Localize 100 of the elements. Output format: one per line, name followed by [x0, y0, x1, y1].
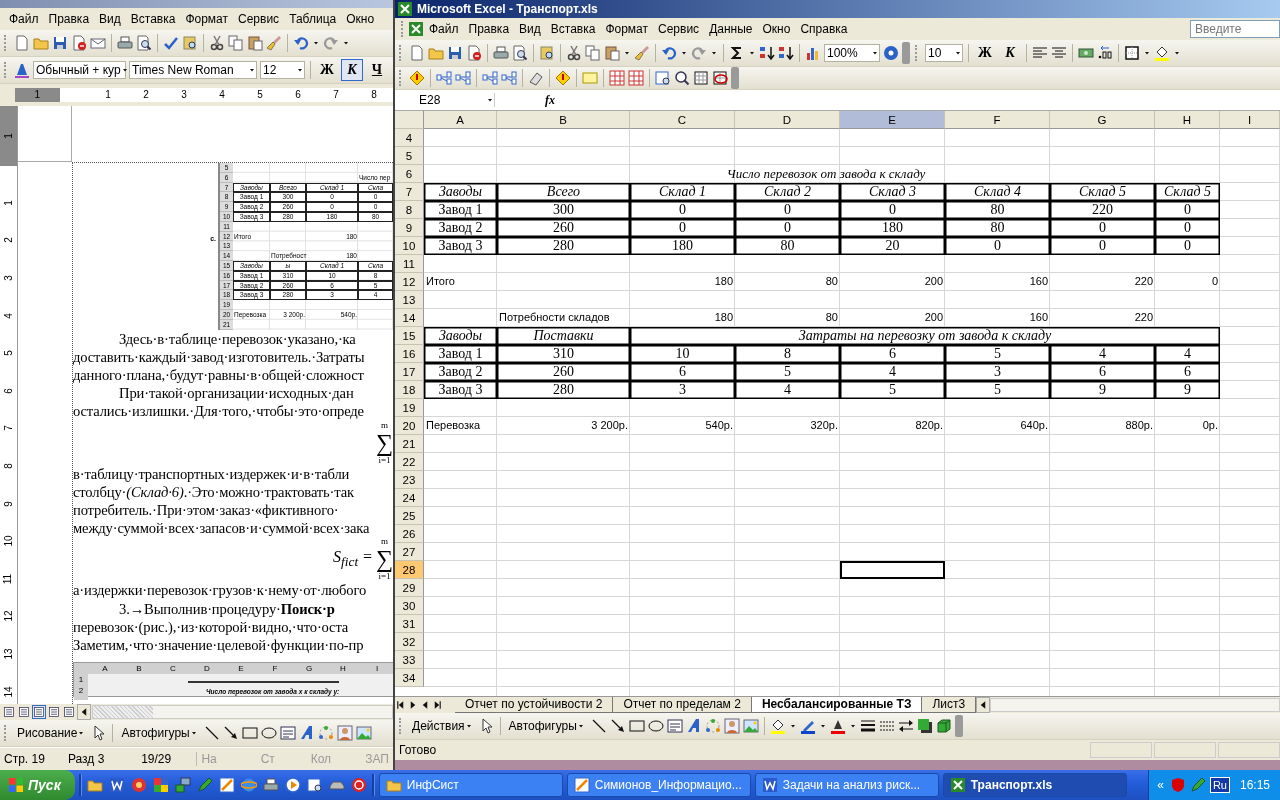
font-color-icon[interactable] [829, 718, 846, 734]
taskbar-button[interactable]: ИнфСист [378, 773, 563, 797]
row-header[interactable]: 22 [395, 453, 424, 471]
wordart-icon[interactable] [298, 725, 315, 741]
pen-icon[interactable] [196, 777, 213, 793]
row-header[interactable]: 12 [395, 273, 424, 291]
paste-icon[interactable] [604, 45, 620, 61]
wordart-icon[interactable] [685, 718, 702, 734]
brush-icon[interactable] [634, 45, 650, 61]
magnifier-icon[interactable] [674, 70, 690, 86]
research-icon[interactable] [539, 45, 555, 61]
row-header[interactable]: 28 [395, 561, 424, 579]
font-dropdown[interactable]: Times New Roman [129, 61, 257, 79]
toolbar-handle[interactable] [902, 42, 910, 64]
row-header[interactable]: 32 [395, 633, 424, 651]
menu-item[interactable]: Вид [94, 11, 126, 27]
warning-icon[interactable] [409, 70, 425, 86]
arrow-icon[interactable] [609, 718, 626, 734]
arrow-style-icon[interactable] [897, 718, 914, 734]
menu-item[interactable]: Вставка [125, 11, 181, 27]
decimal-icon[interactable] [1097, 45, 1113, 61]
row-header[interactable]: 9 [395, 219, 424, 237]
menu-item[interactable]: Файл [424, 21, 464, 37]
row-header[interactable]: 20 [395, 417, 424, 435]
arrow-icon[interactable] [222, 725, 239, 741]
align-left-icon[interactable] [1032, 45, 1048, 61]
line-style-icon[interactable] [859, 718, 876, 734]
row-header[interactable]: 21 [395, 435, 424, 453]
oval-icon[interactable] [260, 725, 277, 741]
disc-icon[interactable] [130, 777, 147, 793]
start-button[interactable]: Пуск [0, 770, 75, 800]
print-icon[interactable] [493, 45, 509, 61]
sheet-tab[interactable]: Отчет по пределам 2 [613, 697, 752, 713]
toolbar-handle[interactable] [954, 715, 963, 737]
row-header[interactable]: 5 [395, 147, 424, 165]
scissors-icon[interactable] [566, 45, 582, 61]
scissors-icon[interactable] [209, 35, 225, 51]
format-button[interactable]: К [341, 59, 363, 81]
column-header[interactable]: C [630, 111, 735, 129]
brush-icon[interactable] [266, 35, 282, 51]
print-icon[interactable] [262, 777, 279, 793]
row-header[interactable]: 15 [395, 327, 424, 345]
taskbar-button[interactable]: Задачи на анализ риск... [754, 773, 939, 797]
trace-arrows-icon[interactable] [455, 70, 471, 86]
diagram-icon[interactable] [317, 725, 334, 741]
oval-icon[interactable] [647, 718, 664, 734]
watch-window-icon[interactable] [306, 777, 323, 793]
help-search-field[interactable]: Введите [1190, 20, 1280, 38]
dash-style-icon[interactable] [878, 718, 895, 734]
menu-item[interactable]: Окно [341, 11, 380, 27]
row-header[interactable]: 16 [395, 345, 424, 363]
scroll-left-icon[interactable] [77, 704, 91, 720]
drawing-menu[interactable]: Рисование [14, 726, 89, 740]
taskbar-button[interactable]: Симионов_Информацио... [566, 773, 751, 797]
cube-icon[interactable] [935, 718, 952, 734]
autoshapes-menu[interactable]: Автофигуры [118, 726, 201, 740]
menu-item[interactable]: Формат [180, 11, 234, 27]
pen-icon[interactable] [1189, 777, 1206, 793]
sheet-tab[interactable]: Несбалансированные ТЗ [751, 697, 923, 713]
format-button[interactable]: К [999, 42, 1021, 64]
row-header[interactable]: 7 [395, 183, 424, 201]
align-center-icon[interactable] [1051, 45, 1067, 61]
row-header[interactable]: 33 [395, 651, 424, 669]
trace-arrows-icon[interactable] [501, 70, 517, 86]
research-icon[interactable] [182, 35, 198, 51]
trace-grid-icon[interactable] [609, 70, 625, 86]
paste-icon[interactable] [247, 35, 263, 51]
scroll-left-icon[interactable] [976, 697, 991, 713]
print-preview-icon[interactable] [512, 45, 528, 61]
sheet-tab[interactable]: Отчет по устойчивости 2 [455, 697, 614, 713]
menu-item[interactable]: Правка [43, 11, 95, 27]
fill-color-icon[interactable] [1154, 45, 1170, 61]
row-header[interactable]: 6 [395, 165, 424, 183]
menu-item[interactable]: Окно [757, 21, 796, 37]
row-header[interactable]: 27 [395, 543, 424, 561]
image-icon[interactable] [742, 718, 759, 734]
name-box[interactable]: E28 [395, 93, 495, 107]
menu-item[interactable]: Сервис [653, 21, 705, 37]
view-icon[interactable] [18, 706, 30, 718]
horizontal-scrollbar[interactable] [990, 698, 1280, 712]
toolbar-handle[interactable] [731, 67, 739, 89]
print-preview-icon[interactable] [136, 35, 152, 51]
rectangle-icon[interactable] [628, 718, 645, 734]
sheet-tab[interactable]: Лист3 [922, 697, 977, 713]
clip-art-icon[interactable] [336, 725, 353, 741]
function-button[interactable]: fx [545, 92, 555, 108]
diagram-icon[interactable] [704, 718, 721, 734]
network-icon[interactable] [174, 777, 191, 793]
row-header[interactable]: 11 [395, 255, 424, 273]
row-header[interactable]: 17 [395, 363, 424, 381]
new-document-icon[interactable] [14, 35, 30, 51]
row-header[interactable]: 29 [395, 579, 424, 597]
row-header[interactable]: 24 [395, 489, 424, 507]
row-header[interactable]: 18 [395, 381, 424, 399]
view-icon[interactable] [3, 706, 15, 718]
pen-document-icon[interactable] [218, 777, 235, 793]
row-header[interactable]: 4 [395, 129, 424, 147]
borders-icon[interactable] [1124, 45, 1140, 61]
row-header[interactable]: 8 [395, 201, 424, 219]
menu-item[interactable]: Вид [514, 21, 546, 37]
